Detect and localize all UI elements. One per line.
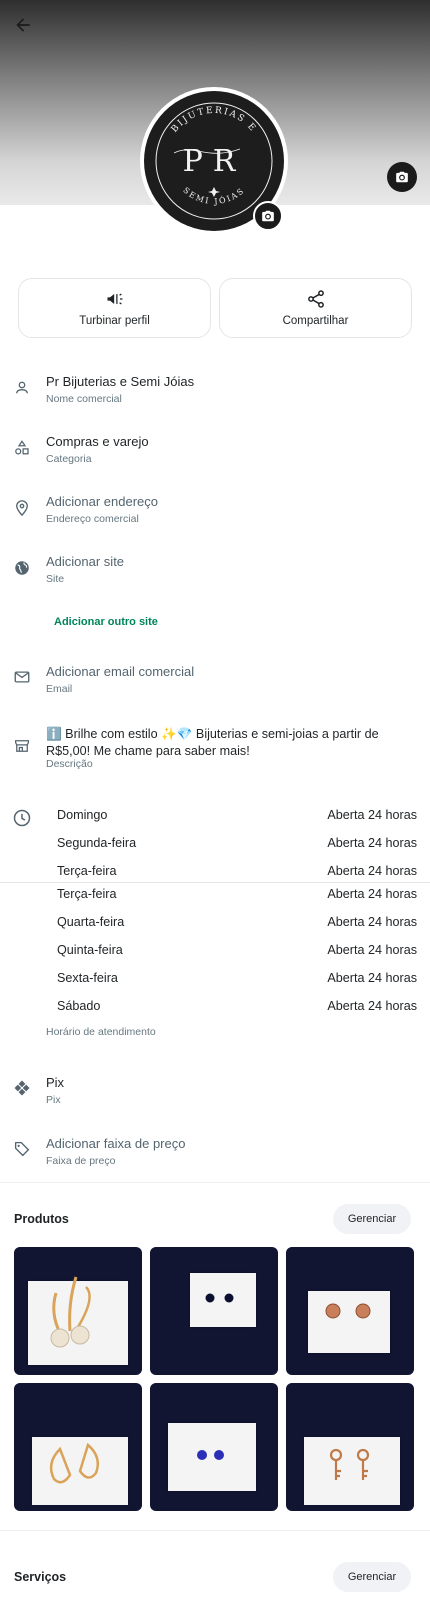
hours-day: Segunda-feira [57,836,137,850]
svg-text:BIJUTERIAS E: BIJUTERIAS E [170,106,259,135]
hours-value: Aberta 24 horas [327,943,417,957]
price-tag-icon [12,1139,32,1159]
clock-icon [12,808,32,828]
price-range-row[interactable]: Adicionar faixa de preço Faixa de preço [0,1132,430,1172]
boost-profile-button[interactable]: Turbinar perfil [18,278,211,338]
product-tile[interactable] [286,1247,414,1375]
hours-day: Terça-feira [57,887,117,901]
product-tile[interactable] [14,1383,142,1511]
business-name-label: Nome comercial [46,393,122,405]
store-icon [12,736,32,756]
category-label: Categoria [46,453,92,465]
product-tile[interactable] [150,1383,278,1511]
megaphone-icon [107,293,122,305]
description-value[interactable]: ℹ️ Brilhe com estilo ✨💎 Bijuterias e sem… [46,726,421,760]
description-label: Descrição [46,758,93,770]
hours-row: Terça-feira Aberta 24 horas [57,887,417,907]
hours-day: Domingo [57,808,108,822]
location-pin-icon [12,498,32,518]
product-tile[interactable] [14,1247,142,1375]
share-button[interactable]: Compartilhar [219,278,412,338]
manage-services-button[interactable]: Gerenciar [333,1562,411,1592]
blue-stud-earrings [197,1450,224,1460]
hours-value: Aberta 24 horas [327,808,417,822]
email-row[interactable]: Adicionar email comercial Email [0,660,430,700]
product-tile[interactable] [286,1383,414,1511]
section-divider [0,1182,430,1183]
camera-icon [396,171,408,183]
hours-value: Aberta 24 horas [327,999,417,1013]
share-label: Compartilhar [282,315,349,327]
hours-day: Quinta-feira [57,943,123,957]
hours-row: Quinta-feira Aberta 24 horas [57,943,417,963]
section-divider [0,1530,430,1531]
hours-row: Domingo Aberta 24 horas [57,808,417,828]
product-tile[interactable] [150,1247,278,1375]
black-stud-earrings [205,1293,234,1303]
key-earrings [329,1448,370,1480]
pearl-hoop-earrings [50,1276,91,1348]
action-buttons: Turbinar perfil Compartilhar [18,278,412,338]
hours-label: Horário de atendimento [46,1026,156,1038]
arrow-left-icon [16,18,30,32]
change-cover-button[interactable] [387,162,417,192]
camera-icon [262,210,274,222]
site-row[interactable]: Adicionar site Site [0,550,430,590]
services-title: Serviços [14,1570,67,1584]
price-range-value: Adicionar faixa de preço [46,1136,186,1151]
address-row[interactable]: Adicionar endereço Endereço comercial [0,490,430,530]
hours-row: Sábado Aberta 24 horas [57,999,417,1019]
hours-value: Aberta 24 horas [327,887,417,901]
hours-day: Terça-feira [57,864,117,878]
hours-day: Sexta-feira [57,971,118,985]
address-label: Endereço comercial [46,513,139,525]
rose-stud-earrings [325,1303,371,1319]
hours-row: Segunda-feira Aberta 24 horas [57,836,417,856]
category-value: Compras e varejo [46,434,149,449]
boost-profile-label: Turbinar perfil [79,315,150,327]
email-value: Adicionar email comercial [46,664,195,679]
back-button[interactable] [10,12,36,38]
hours-day: Sábado [57,999,101,1013]
business-name-row[interactable]: Pr Bijuterias e Semi Jóias Nome comercia… [0,370,430,410]
pix-value: Pix [46,1075,65,1090]
pix-icon [12,1078,32,1098]
category-row[interactable]: Compras e varejo Categoria [0,430,430,470]
hours-row: Sexta-feira Aberta 24 horas [57,971,417,991]
share-icon [307,290,324,308]
pix-row[interactable]: Pix Pix [0,1071,430,1111]
pix-label: Pix [46,1094,61,1106]
person-icon [12,378,32,398]
business-name-value: Pr Bijuterias e Semi Jóias [46,374,195,389]
manage-products-button[interactable]: Gerenciar [333,1204,411,1234]
globe-icon [12,558,32,578]
hours-row: Terça-feira Aberta 24 horas [57,864,417,884]
hours-row: Quarta-feira Aberta 24 horas [57,915,417,935]
email-label: Email [46,683,73,695]
logo-monogram: PR [183,144,246,179]
site-value: Adicionar site [46,554,125,569]
hours-value: Aberta 24 horas [327,864,417,878]
shapes-icon [12,438,32,458]
price-range-label: Faixa de preço [46,1155,116,1167]
products-title: Produtos [14,1212,69,1226]
hours-value: Aberta 24 horas [327,915,417,929]
logo-top-text: BIJUTERIAS E [170,106,257,135]
hours-value: Aberta 24 horas [327,971,417,985]
add-other-site-link[interactable]: Adicionar outro site [54,616,158,628]
site-label: Site [46,573,65,585]
address-value: Adicionar endereço [46,494,159,509]
mail-icon [12,667,32,687]
screenshot-seam-divider [0,882,430,883]
products-grid [14,1247,416,1511]
drop-hoop-earrings [49,1442,99,1484]
change-avatar-button[interactable] [253,201,283,231]
hours-day: Quarta-feira [57,915,125,929]
hours-value: Aberta 24 horas [327,836,417,850]
